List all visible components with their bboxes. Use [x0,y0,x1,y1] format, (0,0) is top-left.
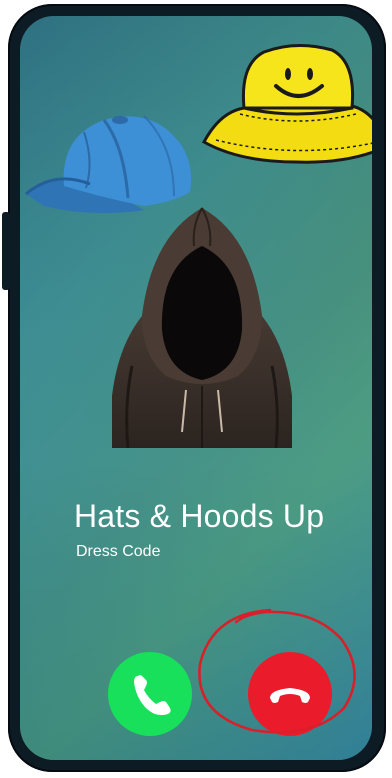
phone-side-button [2,212,10,290]
incoming-call-screen: Hats & Hoods Up Dress Code [20,16,372,760]
smiley-bucket-hat-icon [201,43,372,164]
accept-call-button[interactable] [108,652,192,736]
caller-name: Hats & Hoods Up [74,498,325,534]
decline-call-button[interactable] [248,652,332,736]
hang-up-icon [270,688,310,703]
hooded-figure-avatar [112,207,292,448]
phone-icon [134,675,171,716]
caller-subtitle: Dress Code [76,543,161,560]
